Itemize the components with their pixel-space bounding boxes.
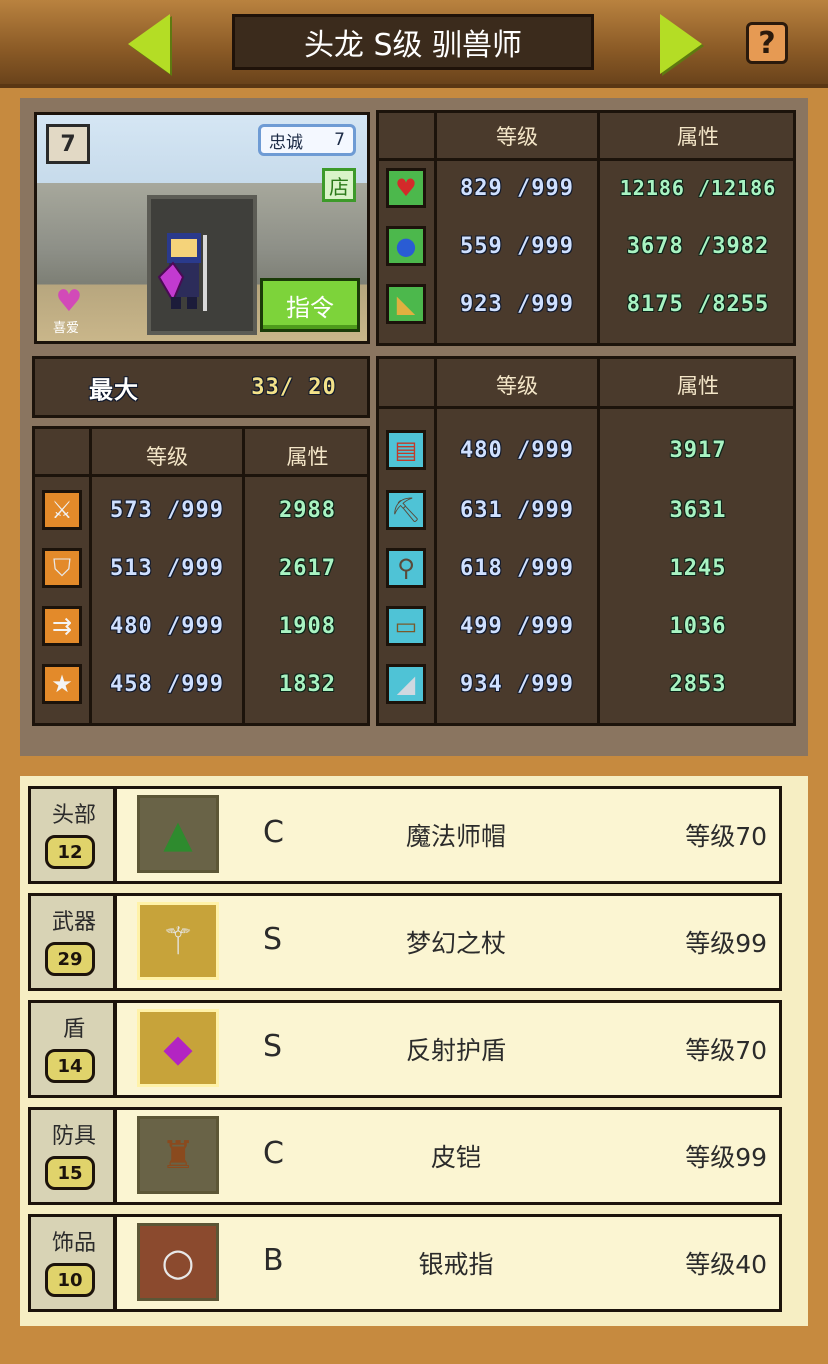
- equipment-grade: C: [263, 1136, 284, 1171]
- equipment-row-shield[interactable]: 盾 14 ◆ S 反射护盾 等级70: [28, 1000, 782, 1098]
- basket-icon: ▭: [386, 606, 426, 646]
- vitals-header-level: 等级: [496, 124, 538, 149]
- skill-digging-value: 1245: [669, 555, 727, 581]
- skills-header-level: 等级: [496, 374, 538, 398]
- pickaxe-icon: ⛏: [386, 490, 426, 530]
- slot-cell: 头部 12: [31, 789, 117, 881]
- combat-attack-value: 2988: [279, 497, 336, 523]
- equipment-level: 等级70: [685, 1036, 767, 1065]
- skill-mining-value: 3631: [669, 497, 727, 523]
- loyalty-badge: 忠诚 7: [258, 124, 356, 156]
- equipment-name: 反射护盾: [405, 1036, 506, 1065]
- skill-mining-level: 631 /999: [460, 497, 574, 523]
- combat-luck-value: 1832: [279, 671, 336, 697]
- skill-travel-value: 2853: [669, 671, 727, 697]
- slot-cell: 防具 15: [31, 1110, 117, 1202]
- slot-level-badge: 12: [45, 835, 95, 869]
- equipment-level: 等级99: [685, 1143, 767, 1172]
- rank-badge: 7: [46, 124, 90, 164]
- slot-cell: 武器 29: [31, 896, 117, 988]
- equipment-name: 皮铠: [430, 1143, 481, 1172]
- equipment-level: 等级40: [685, 1250, 767, 1279]
- combat-attack-level: 573 /999: [110, 497, 224, 523]
- slot-cell: 盾 14: [31, 1003, 117, 1095]
- character-sprite-icon: [157, 233, 207, 311]
- slot-name: 防具: [51, 1124, 96, 1149]
- skill-study-level: 480 /999: [460, 437, 574, 463]
- loyalty-label: 忠诚: [269, 132, 303, 153]
- prev-arrow-icon[interactable]: [128, 14, 170, 74]
- size-label: 最大: [89, 375, 139, 404]
- slot-level-badge: 10: [45, 1263, 95, 1297]
- equipment-grade: C: [263, 815, 284, 850]
- slot-level-badge: 14: [45, 1049, 95, 1083]
- book-icon: ▤: [386, 430, 426, 470]
- skills-header-value: 属性: [677, 374, 719, 398]
- shield-icon: ⛉: [42, 548, 82, 588]
- affection-heart-icon: ♥: [55, 284, 83, 319]
- slot-name: 盾: [62, 1017, 85, 1042]
- equipment-row-armor[interactable]: 防具 15 ♜ C 皮铠 等级99: [28, 1107, 782, 1205]
- slot-level-badge: 15: [45, 1156, 95, 1190]
- skill-study-value: 3917: [669, 437, 727, 463]
- equipment-row-head[interactable]: 头部 12 ▲ C 魔法师帽 等级70: [28, 786, 782, 884]
- skill-travel-level: 934 /999: [460, 671, 574, 697]
- slot-name: 头部: [51, 803, 96, 828]
- equipment-level: 等级70: [685, 822, 767, 851]
- equipment-grade: B: [263, 1243, 284, 1278]
- loyalty-value: 7: [334, 130, 345, 150]
- combat-header-value: 属性: [286, 445, 329, 469]
- star-icon: ★: [42, 664, 82, 704]
- slot-name: 饰品: [51, 1231, 96, 1256]
- combat-defense-level: 513 /999: [110, 555, 224, 581]
- equipment-name: 魔法师帽: [405, 822, 506, 851]
- staff-icon: ⚚: [137, 902, 219, 980]
- equipment-grade: S: [263, 1029, 283, 1064]
- sword-icon: ⚔: [42, 490, 82, 530]
- top-bar: 头龙 S级 驯兽师 ?: [0, 0, 828, 88]
- combat-header-level: 等级: [146, 445, 188, 469]
- size-value: 33/ 20: [251, 374, 337, 400]
- page-title: 头龙 S级 驯兽师: [232, 14, 594, 70]
- heart-icon: ♥: [386, 168, 426, 208]
- equipment-row-accessory[interactable]: 饰品 10 ○ B 银戒指 等级40: [28, 1214, 782, 1312]
- vital-stamina-value: 8175 /8255: [626, 291, 770, 317]
- gem-shield-icon: ◆: [137, 1009, 219, 1087]
- vitals-header-value: 属性: [677, 124, 719, 149]
- affection-label: 喜爱: [53, 321, 80, 336]
- slot-name: 武器: [51, 910, 96, 935]
- combat-speed-level: 480 /999: [110, 613, 224, 639]
- vital-hp-value: 12186 /12186: [619, 176, 777, 200]
- equipment-row-weapon[interactable]: 武器 29 ⚚ S 梦幻之杖 等级99: [28, 893, 782, 991]
- slot-level-badge: 29: [45, 942, 95, 976]
- command-button[interactable]: 指令: [260, 278, 360, 332]
- help-button[interactable]: ?: [746, 22, 788, 64]
- skill-gathering-value: 1036: [669, 613, 727, 639]
- shovel-icon: ⚲: [386, 548, 426, 588]
- equipment-grade: S: [263, 922, 283, 957]
- next-arrow-icon[interactable]: [660, 14, 702, 74]
- skill-digging-level: 618 /999: [460, 555, 574, 581]
- arrows-icon: ⇉: [42, 606, 82, 646]
- boot-icon: ◢: [386, 664, 426, 704]
- vital-stamina-level: 923 /999: [460, 291, 574, 317]
- wizard-hat-icon: ▲: [137, 795, 219, 873]
- equipment-name: 银戒指: [418, 1250, 494, 1279]
- combat-luck-level: 458 /999: [110, 671, 224, 697]
- shop-icon[interactable]: 店: [322, 168, 356, 202]
- stamina-arm-icon: ◣: [386, 284, 426, 324]
- leather-armor-icon: ♜: [137, 1116, 219, 1194]
- vital-mp-level: 559 /999: [460, 233, 574, 259]
- skill-gathering-level: 499 /999: [460, 613, 574, 639]
- equipment-name: 梦幻之杖: [405, 929, 506, 958]
- vital-hp-level: 829 /999: [460, 175, 574, 201]
- mana-potion-icon: ●: [386, 226, 426, 266]
- combat-speed-value: 1908: [279, 613, 336, 639]
- silver-ring-icon: ○: [137, 1223, 219, 1301]
- vital-mp-value: 3678 /3982: [626, 233, 770, 259]
- combat-defense-value: 2617: [279, 555, 336, 581]
- slot-cell: 饰品 10: [31, 1217, 117, 1309]
- equipment-level: 等级99: [685, 929, 767, 958]
